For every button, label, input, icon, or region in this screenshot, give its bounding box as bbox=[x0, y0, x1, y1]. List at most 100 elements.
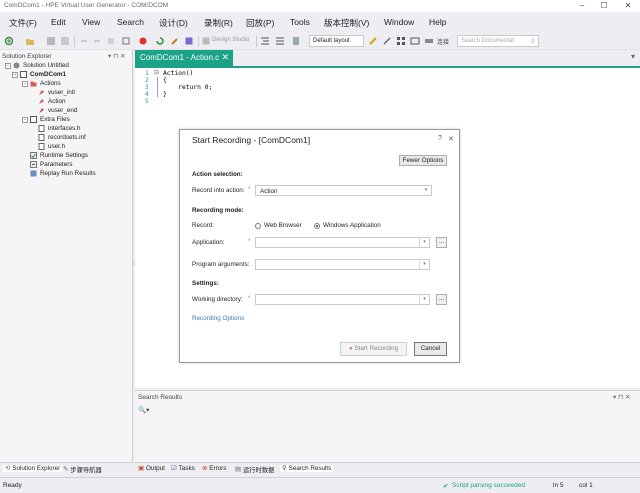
start-recording-dialog: Start Recording - [ComDCom1] ? ✕ Fewer O… bbox=[179, 129, 460, 363]
cut-icon[interactable] bbox=[106, 36, 116, 46]
bookmark-icon[interactable] bbox=[291, 36, 301, 46]
tab-tasks[interactable]: ☑ Tasks bbox=[171, 465, 195, 472]
tab-runtime-data[interactable]: ▤ 运行时数据 bbox=[235, 465, 274, 474]
indent-icon[interactable] bbox=[260, 36, 270, 46]
minimize-button[interactable]: – bbox=[574, 0, 590, 12]
help-icon[interactable]: ? bbox=[438, 135, 442, 142]
tree-item-extra-files[interactable]: − Extra Files bbox=[22, 115, 70, 124]
panel-pin-controls[interactable]: ▾ ⊓ ✕ bbox=[613, 393, 630, 401]
output-panel-tabs: ▣ Output ☑ Tasks ⊗ Errors ▤ 运行时数据 ⚲ Sear… bbox=[135, 462, 640, 475]
tree-item-script[interactable]: − ComDCom1 bbox=[12, 70, 66, 79]
search-documentation-input[interactable]: Search Documentat ⚲ bbox=[457, 35, 539, 47]
menu-edit[interactable]: Edit bbox=[51, 17, 66, 27]
menu-replay[interactable]: 回放(P) bbox=[246, 17, 274, 29]
design-studio-label[interactable]: Design Studio bbox=[212, 37, 249, 43]
grid-icon[interactable] bbox=[396, 36, 406, 46]
working-directory-browse-button[interactable]: ... bbox=[436, 294, 447, 305]
windows-icon[interactable] bbox=[410, 36, 420, 46]
menu-version-control[interactable]: 版本控制(V) bbox=[324, 17, 369, 29]
fewer-options-button[interactable]: Fewer Options bbox=[399, 155, 447, 166]
recording-options-link[interactable]: Recording Options bbox=[192, 315, 244, 322]
tab-output[interactable]: ▣ Output bbox=[138, 465, 165, 472]
expand-toggle[interactable]: − bbox=[22, 116, 28, 123]
brush-icon[interactable] bbox=[368, 36, 378, 46]
tree-item-recordsets-inf[interactable]: recordsets.inf bbox=[38, 133, 86, 142]
record-into-select[interactable]: Action ▾ bbox=[255, 185, 432, 196]
menu-tools[interactable]: Tools bbox=[290, 17, 310, 27]
connect-icon[interactable] bbox=[424, 36, 434, 46]
comment-icon[interactable] bbox=[275, 36, 285, 46]
tree-item-vuser-end[interactable]: vuser_end bbox=[38, 106, 77, 115]
record-into-label: Record into action: bbox=[192, 187, 245, 194]
pen-icon[interactable] bbox=[382, 36, 392, 46]
tab-search-results[interactable]: ⚲ Search Results bbox=[280, 465, 334, 472]
tab-list-icon[interactable]: ▾ bbox=[631, 52, 635, 61]
tree-item-runtime-settings[interactable]: Runtime Settings bbox=[30, 151, 88, 160]
tree-item-parameters[interactable]: Parameters bbox=[30, 160, 73, 169]
tree-item-action[interactable]: Action bbox=[38, 97, 66, 106]
dialog-close-icon[interactable]: ✕ bbox=[448, 135, 454, 143]
tree-item-vuser-init[interactable]: vuser_init bbox=[38, 88, 75, 97]
tree-item-interfaces-h[interactable]: interfaces.h bbox=[38, 124, 81, 133]
web-browser-radio[interactable]: Web Browser bbox=[255, 222, 302, 229]
application-browse-button[interactable]: ... bbox=[436, 237, 447, 248]
toolbar-separator bbox=[198, 36, 199, 47]
search-icon[interactable]: ⚲ bbox=[531, 38, 535, 45]
start-recording-button[interactable]: ● Start Recording bbox=[340, 342, 407, 356]
layout-dropdown[interactable]: Default layout bbox=[309, 35, 364, 47]
tree-item-label: Runtime Settings bbox=[40, 152, 88, 159]
expand-toggle[interactable]: − bbox=[12, 71, 18, 78]
save-all-icon[interactable] bbox=[60, 36, 70, 46]
chevron-down-icon[interactable]: ▾ bbox=[419, 295, 429, 304]
check-icon: ✔ bbox=[443, 483, 449, 490]
application-input[interactable]: ▾ bbox=[255, 237, 430, 248]
tree-item-actions[interactable]: − Actions bbox=[22, 79, 61, 88]
menu-design[interactable]: 设计(D) bbox=[159, 17, 188, 29]
cancel-button[interactable]: Cancel bbox=[414, 342, 447, 356]
redo-icon[interactable] bbox=[92, 36, 102, 46]
expand-toggle[interactable]: − bbox=[22, 80, 28, 87]
chevron-down-icon[interactable]: ▾ bbox=[419, 238, 429, 247]
fold-toggle-icon[interactable]: ⊟ bbox=[154, 69, 159, 76]
windows-application-radio[interactable]: Windows Application bbox=[314, 222, 381, 229]
code-line: { bbox=[163, 77, 167, 84]
panel-pin-controls[interactable]: ▾ ⊓ ✕ bbox=[108, 52, 125, 60]
file-icon bbox=[38, 125, 45, 132]
tools-icon[interactable] bbox=[170, 36, 180, 46]
menu-file[interactable]: 文件(F) bbox=[9, 17, 37, 29]
code-line: return 0; bbox=[163, 84, 213, 91]
new-solution-icon[interactable] bbox=[4, 36, 14, 46]
menu-window[interactable]: Window bbox=[384, 17, 414, 27]
open-folder-icon[interactable] bbox=[25, 36, 35, 46]
radio-on-icon bbox=[314, 222, 320, 229]
chevron-down-icon[interactable]: ▾ bbox=[419, 260, 429, 269]
program-arguments-input[interactable]: ▾ bbox=[255, 259, 430, 270]
save-icon[interactable] bbox=[46, 36, 56, 46]
tree-item-replay-run-results[interactable]: Replay Run Results bbox=[30, 169, 96, 178]
tree-item-solution[interactable]: − Solution Untitled bbox=[5, 61, 69, 70]
copy-icon[interactable] bbox=[121, 36, 131, 46]
menu-record[interactable]: 录制(R) bbox=[204, 17, 233, 29]
maximize-button[interactable]: ☐ bbox=[596, 0, 612, 12]
undo-icon[interactable] bbox=[79, 36, 89, 46]
design-studio-icon[interactable] bbox=[201, 36, 211, 46]
expand-toggle[interactable]: − bbox=[5, 62, 11, 69]
search-filter-icon[interactable]: 🔍▾ bbox=[138, 406, 149, 414]
menu-help[interactable]: Help bbox=[429, 17, 446, 27]
tab-errors[interactable]: ⊗ Errors bbox=[202, 465, 226, 472]
replay-icon[interactable] bbox=[155, 36, 165, 46]
window-title: ComDCom1 - HPE Virtual User Generator - … bbox=[4, 2, 169, 9]
working-directory-input[interactable]: ▾ bbox=[255, 294, 430, 305]
menu-view[interactable]: View bbox=[82, 17, 100, 27]
tree-item-user-h[interactable]: user.h bbox=[38, 142, 65, 151]
close-window-button[interactable]: ✕ bbox=[620, 0, 636, 12]
compile-icon[interactable] bbox=[184, 36, 194, 46]
tab-action-c[interactable]: ComDCom1 - Action.c ✕ bbox=[135, 50, 233, 66]
menu-search[interactable]: Search bbox=[117, 17, 144, 27]
required-marker: * bbox=[248, 296, 251, 302]
chevron-down-icon[interactable]: ▾ bbox=[421, 186, 431, 195]
tab-step-navigator[interactable]: ✎ 步骤导航器 bbox=[63, 465, 102, 474]
record-icon[interactable] bbox=[138, 36, 148, 46]
tab-solution-explorer[interactable]: ⟲ Solution Explorer bbox=[3, 465, 63, 472]
tab-close-icon[interactable]: ✕ bbox=[221, 52, 229, 63]
